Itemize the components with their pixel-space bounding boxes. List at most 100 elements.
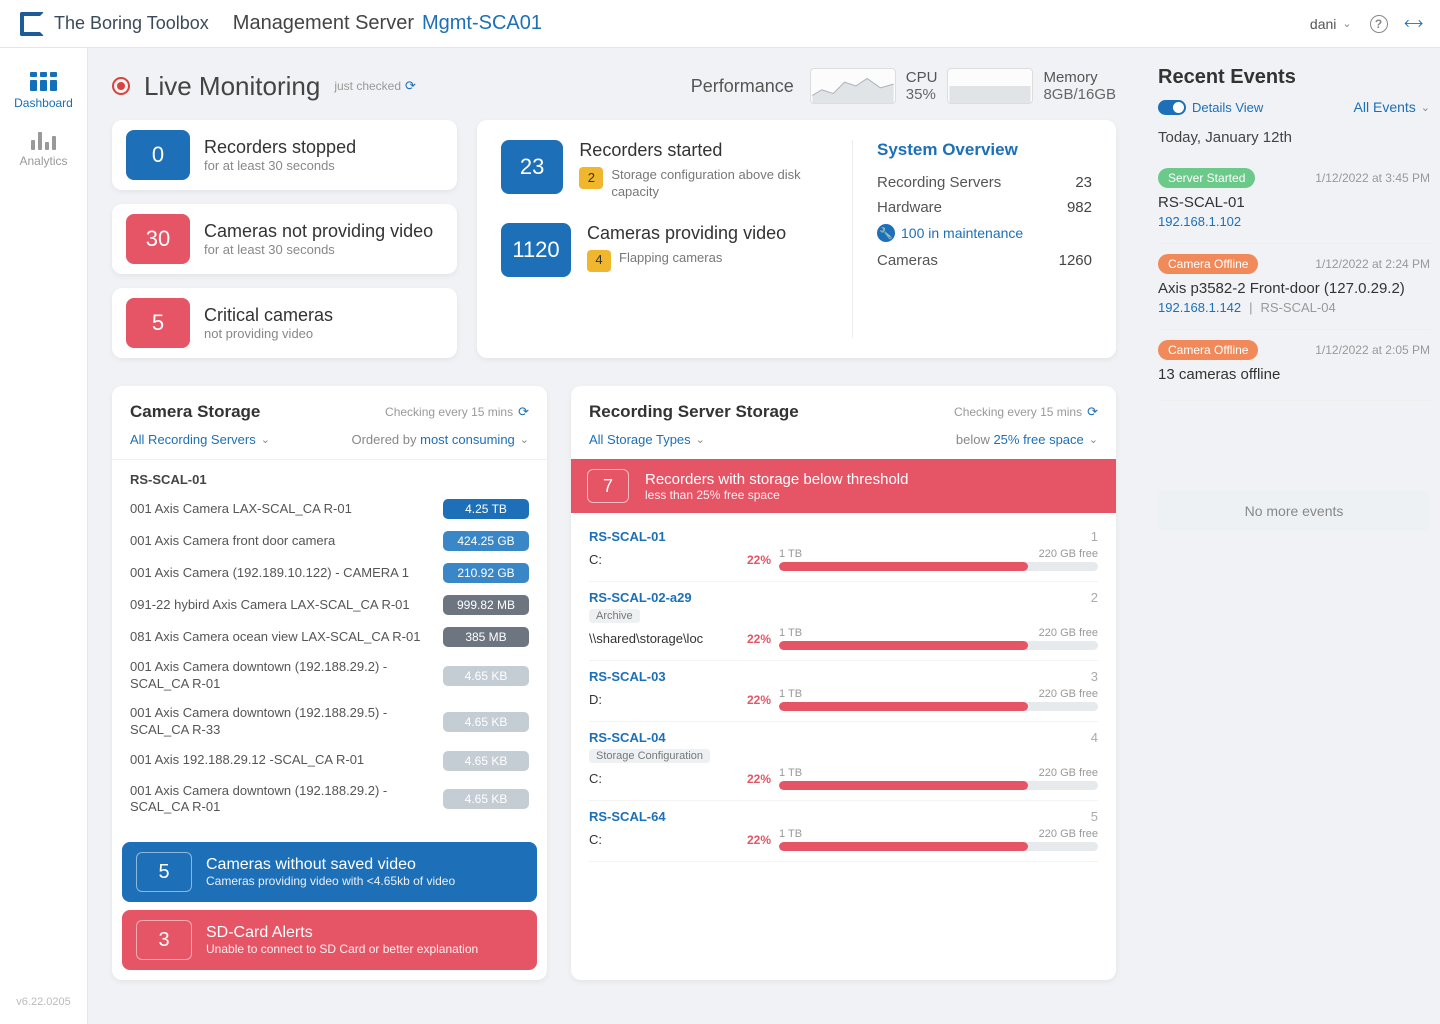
camera-name: 081 Axis Camera ocean view LAX-SCAL_CA R…	[130, 629, 443, 646]
refresh-interval: Checking every 15 mins ⟳	[954, 404, 1098, 420]
event-time: 1/12/2022 at 3:45 PM	[1315, 171, 1430, 185]
event-type-badge: Camera Offline	[1158, 254, 1258, 274]
stat-recorders-stopped[interactable]: 0 Recorders stopped for at least 30 seco…	[112, 120, 457, 190]
camera-storage-row[interactable]: 091-22 hybird Axis Camera LAX-SCAL_CA R-…	[130, 589, 529, 621]
server-name: RS-SCAL-64	[589, 809, 666, 824]
camera-storage-row[interactable]: 001 Axis Camera LAX-SCAL_CA R-014.25 TB	[130, 493, 529, 525]
breadcrumb-server[interactable]: Mgmt-SCA01	[422, 12, 542, 35]
no-more-events: No more events	[1158, 491, 1430, 531]
event-item[interactable]: Camera Offline1/12/2022 at 2:24 PMAxis p…	[1158, 244, 1430, 330]
drive-label: D:	[589, 692, 739, 707]
sd-card-alerts[interactable]: 3 SD-Card Alerts Unable to connect to SD…	[122, 910, 537, 970]
camera-storage-row[interactable]: 001 Axis 192.188.29.12 -SCAL_CA R-014.65…	[130, 745, 529, 777]
chevron-down-icon: ⌄	[261, 433, 270, 446]
storage-size-badge: 4.65 KB	[443, 789, 529, 809]
user-menu[interactable]: dani ⌄	[1310, 16, 1352, 32]
sidebar-item-label: Dashboard	[14, 96, 73, 110]
live-indicator-icon	[112, 77, 130, 95]
usage-bar: 1 TB220 GB free	[779, 767, 1098, 790]
maintenance-link[interactable]: 🔧 100 in maintenance	[877, 224, 1092, 242]
recording-storage-panel: Recording Server Storage Checking every …	[571, 386, 1116, 980]
stat-number: 30	[126, 214, 190, 264]
stat-cameras-no-video[interactable]: 30 Cameras not providing video for at le…	[112, 204, 457, 274]
camera-name: 001 Axis Camera downtown (192.188.29.2) …	[130, 783, 443, 817]
chevron-down-icon: ⌄	[520, 433, 529, 446]
refresh-interval: Checking every 15 mins ⟳	[385, 404, 529, 420]
order-dropdown[interactable]: Ordered by most consuming ⌄	[351, 432, 529, 447]
camera-storage-row[interactable]: 001 Axis Camera downtown (192.188.29.2) …	[130, 777, 529, 823]
event-item[interactable]: Server Started1/12/2022 at 3:45 PMRS-SCA…	[1158, 158, 1430, 244]
camera-name: 091-22 hybird Axis Camera LAX-SCAL_CA R-…	[130, 597, 443, 614]
server-index: 4	[1091, 730, 1098, 745]
storage-tag: Storage Configuration	[589, 749, 710, 763]
cameras-no-saved-video[interactable]: 5 Cameras without saved video Cameras pr…	[122, 842, 537, 902]
drive-label: \\shared\storage\loc	[589, 631, 739, 646]
camera-name: 001 Axis Camera LAX-SCAL_CA R-01	[130, 501, 443, 518]
storage-server-item[interactable]: RS-SCAL-044Storage ConfigurationC:22%1 T…	[589, 722, 1098, 801]
camera-name: 001 Axis Camera front door camera	[130, 533, 443, 550]
stat-number: 0	[126, 130, 190, 180]
server-name: RS-SCAL-03	[589, 669, 666, 684]
storage-size-badge: 210.92 GB	[443, 563, 529, 583]
storage-server-item[interactable]: RS-SCAL-033D:22%1 TB220 GB free	[589, 661, 1098, 722]
cpu-sparkline	[810, 68, 896, 104]
camera-storage-row[interactable]: 001 Axis Camera front door camera424.25 …	[130, 525, 529, 557]
storage-size-badge: 4.25 TB	[443, 499, 529, 519]
brand: The Boring Toolbox	[20, 12, 209, 36]
overview-card: 23 Recorders started 2 Storage configura…	[477, 120, 1116, 358]
stat-critical-cameras[interactable]: 5 Critical cameras not providing video	[112, 288, 457, 358]
usage-percent: 22%	[747, 693, 771, 707]
all-events-dropdown[interactable]: All Events⌄	[1354, 99, 1430, 115]
breadcrumb-section: Management Server	[233, 12, 414, 35]
logo-icon	[20, 12, 44, 36]
camera-storage-row[interactable]: 001 Axis Camera downtown (192.188.29.2) …	[130, 653, 529, 699]
chevron-down-icon: ⌄	[1342, 17, 1351, 30]
server-filter-dropdown[interactable]: All Recording Servers⌄	[130, 432, 270, 447]
header: The Boring Toolbox Management Server Mgm…	[0, 0, 1440, 48]
camera-name: 001 Axis 192.188.29.12 -SCAL_CA R-01	[130, 752, 443, 769]
server-name: RS-SCAL-04	[589, 730, 666, 745]
cpu-metric: CPU 35%	[906, 69, 938, 103]
storage-server-item[interactable]: RS-SCAL-02-a292Archive\\shared\storage\l…	[589, 582, 1098, 661]
storage-tag: Archive	[589, 609, 640, 623]
storage-size-badge: 4.65 KB	[443, 666, 529, 686]
refresh-icon[interactable]: ⟳	[405, 78, 416, 94]
usage-bar: 1 TB220 GB free	[779, 627, 1098, 650]
sidebar-item-analytics[interactable]: Analytics	[0, 120, 87, 178]
refresh-icon[interactable]: ⟳	[518, 404, 529, 420]
event-type-badge: Server Started	[1158, 168, 1255, 188]
version-text: v6.22.0205	[16, 996, 70, 1008]
storage-size-badge: 4.65 KB	[443, 751, 529, 771]
details-view-toggle[interactable]: Details View	[1158, 100, 1263, 115]
stat-cameras-providing[interactable]: 1120 Cameras providing video 4 Flapping …	[501, 223, 822, 277]
help-icon[interactable]: ?	[1370, 15, 1388, 33]
storage-server-item[interactable]: RS-SCAL-645C:22%1 TB220 GB free	[589, 801, 1098, 862]
camera-storage-row[interactable]: 001 Axis Camera downtown (192.188.29.5) …	[130, 699, 529, 745]
drive-label: C:	[589, 771, 739, 786]
event-subtitle: 192.168.1.102	[1158, 214, 1430, 229]
refresh-icon[interactable]: ⟳	[1087, 404, 1098, 420]
storage-type-dropdown[interactable]: All Storage Types⌄	[589, 432, 705, 447]
event-time: 1/12/2022 at 2:24 PM	[1315, 257, 1430, 271]
sidebar: Dashboard Analytics v6.22.0205	[0, 48, 88, 1024]
storage-server-item[interactable]: RS-SCAL-011C:22%1 TB220 GB free	[589, 521, 1098, 582]
breadcrumb: Management Server Mgmt-SCA01	[233, 12, 542, 35]
sidebar-item-dashboard[interactable]: Dashboard	[0, 62, 87, 120]
threshold-dropdown[interactable]: below 25% free space ⌄	[956, 432, 1098, 447]
drive-label: C:	[589, 552, 739, 567]
last-checked: just checked ⟳	[334, 78, 416, 94]
server-name: RS-SCAL-01	[589, 529, 666, 544]
expand-icon[interactable]: ⤢	[1400, 11, 1425, 36]
analytics-icon	[31, 130, 56, 150]
event-item[interactable]: Camera Offline1/12/2022 at 2:05 PM13 cam…	[1158, 330, 1430, 401]
wrench-icon: 🔧	[877, 224, 895, 242]
camera-storage-panel: Camera Storage Checking every 15 mins ⟳ …	[112, 386, 547, 980]
camera-storage-row[interactable]: 081 Axis Camera ocean view LAX-SCAL_CA R…	[130, 621, 529, 653]
usage-percent: 22%	[747, 553, 771, 567]
user-name: dani	[1310, 16, 1336, 32]
stat-recorders-started[interactable]: 23 Recorders started 2 Storage configura…	[501, 140, 822, 201]
stat-number: 5	[126, 298, 190, 348]
camera-storage-row[interactable]: 001 Axis Camera (192.189.10.122) - CAMER…	[130, 557, 529, 589]
storage-size-badge: 4.65 KB	[443, 712, 529, 732]
usage-bar: 1 TB220 GB free	[779, 828, 1098, 851]
